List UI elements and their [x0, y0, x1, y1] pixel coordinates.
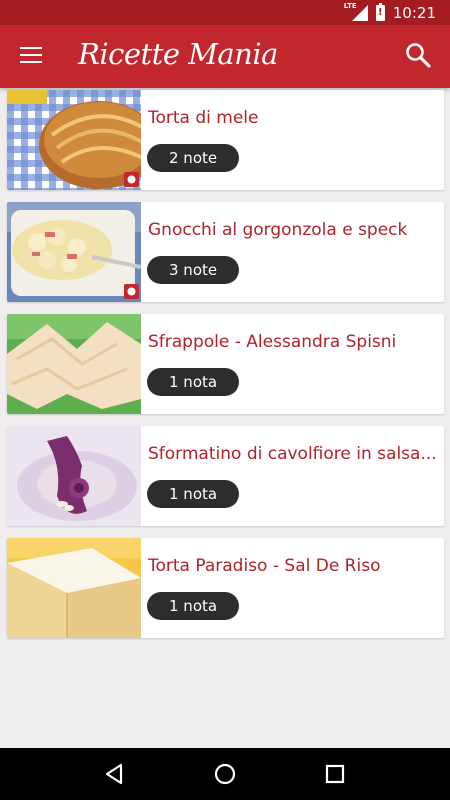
recipe-title: Torta Paradiso - Sal De Riso — [148, 556, 381, 576]
status-bar: LTE 10:21 — [0, 0, 450, 25]
notes-badge[interactable]: 2 note — [147, 144, 240, 172]
status-time: 10:21 — [392, 3, 436, 22]
search-icon[interactable] — [404, 41, 432, 69]
notes-badge[interactable]: 1 nota — [147, 480, 240, 508]
recipe-card[interactable]: Sformatino di cavolfiore in salsa... 1 n… — [7, 426, 444, 526]
app-bar: Ricette Mania — [0, 25, 450, 88]
recipe-thumbnail — [7, 90, 141, 190]
notes-badge[interactable]: 1 nota — [147, 592, 240, 620]
recipe-card[interactable]: Torta di mele 2 note — [7, 90, 444, 190]
notes-badge[interactable]: 1 nota — [147, 368, 240, 396]
battery-icon — [375, 2, 385, 21]
notes-badge[interactable]: 3 note — [147, 256, 240, 284]
app-title: Ricette Mania — [78, 37, 278, 71]
recipe-thumbnail — [7, 202, 141, 302]
recipe-card[interactable]: Sfrappole - Alessandra Spisni 1 nota — [7, 314, 444, 414]
recipe-title: Sformatino di cavolfiore in salsa... — [148, 444, 437, 464]
recipe-title: Gnocchi al gorgonzola e speck — [148, 220, 408, 240]
recipe-thumbnail — [7, 426, 141, 526]
recents-square-icon[interactable] — [321, 760, 349, 788]
recipe-card[interactable]: Gnocchi al gorgonzola e speck 3 note — [7, 202, 444, 302]
recipe-thumbnail — [7, 538, 141, 638]
recipe-title: Sfrappole - Alessandra Spisni — [148, 332, 397, 352]
recipe-thumbnail — [7, 314, 141, 414]
recipe-title: Torta di mele — [148, 108, 259, 128]
navigation-bar — [0, 748, 450, 800]
signal-icon: LTE — [344, 2, 368, 21]
home-circle-icon[interactable] — [211, 760, 239, 788]
hamburger-menu-icon[interactable] — [20, 47, 42, 65]
back-triangle-icon[interactable] — [101, 760, 129, 788]
recipe-card[interactable]: Torta Paradiso - Sal De Riso 1 nota — [7, 538, 444, 638]
